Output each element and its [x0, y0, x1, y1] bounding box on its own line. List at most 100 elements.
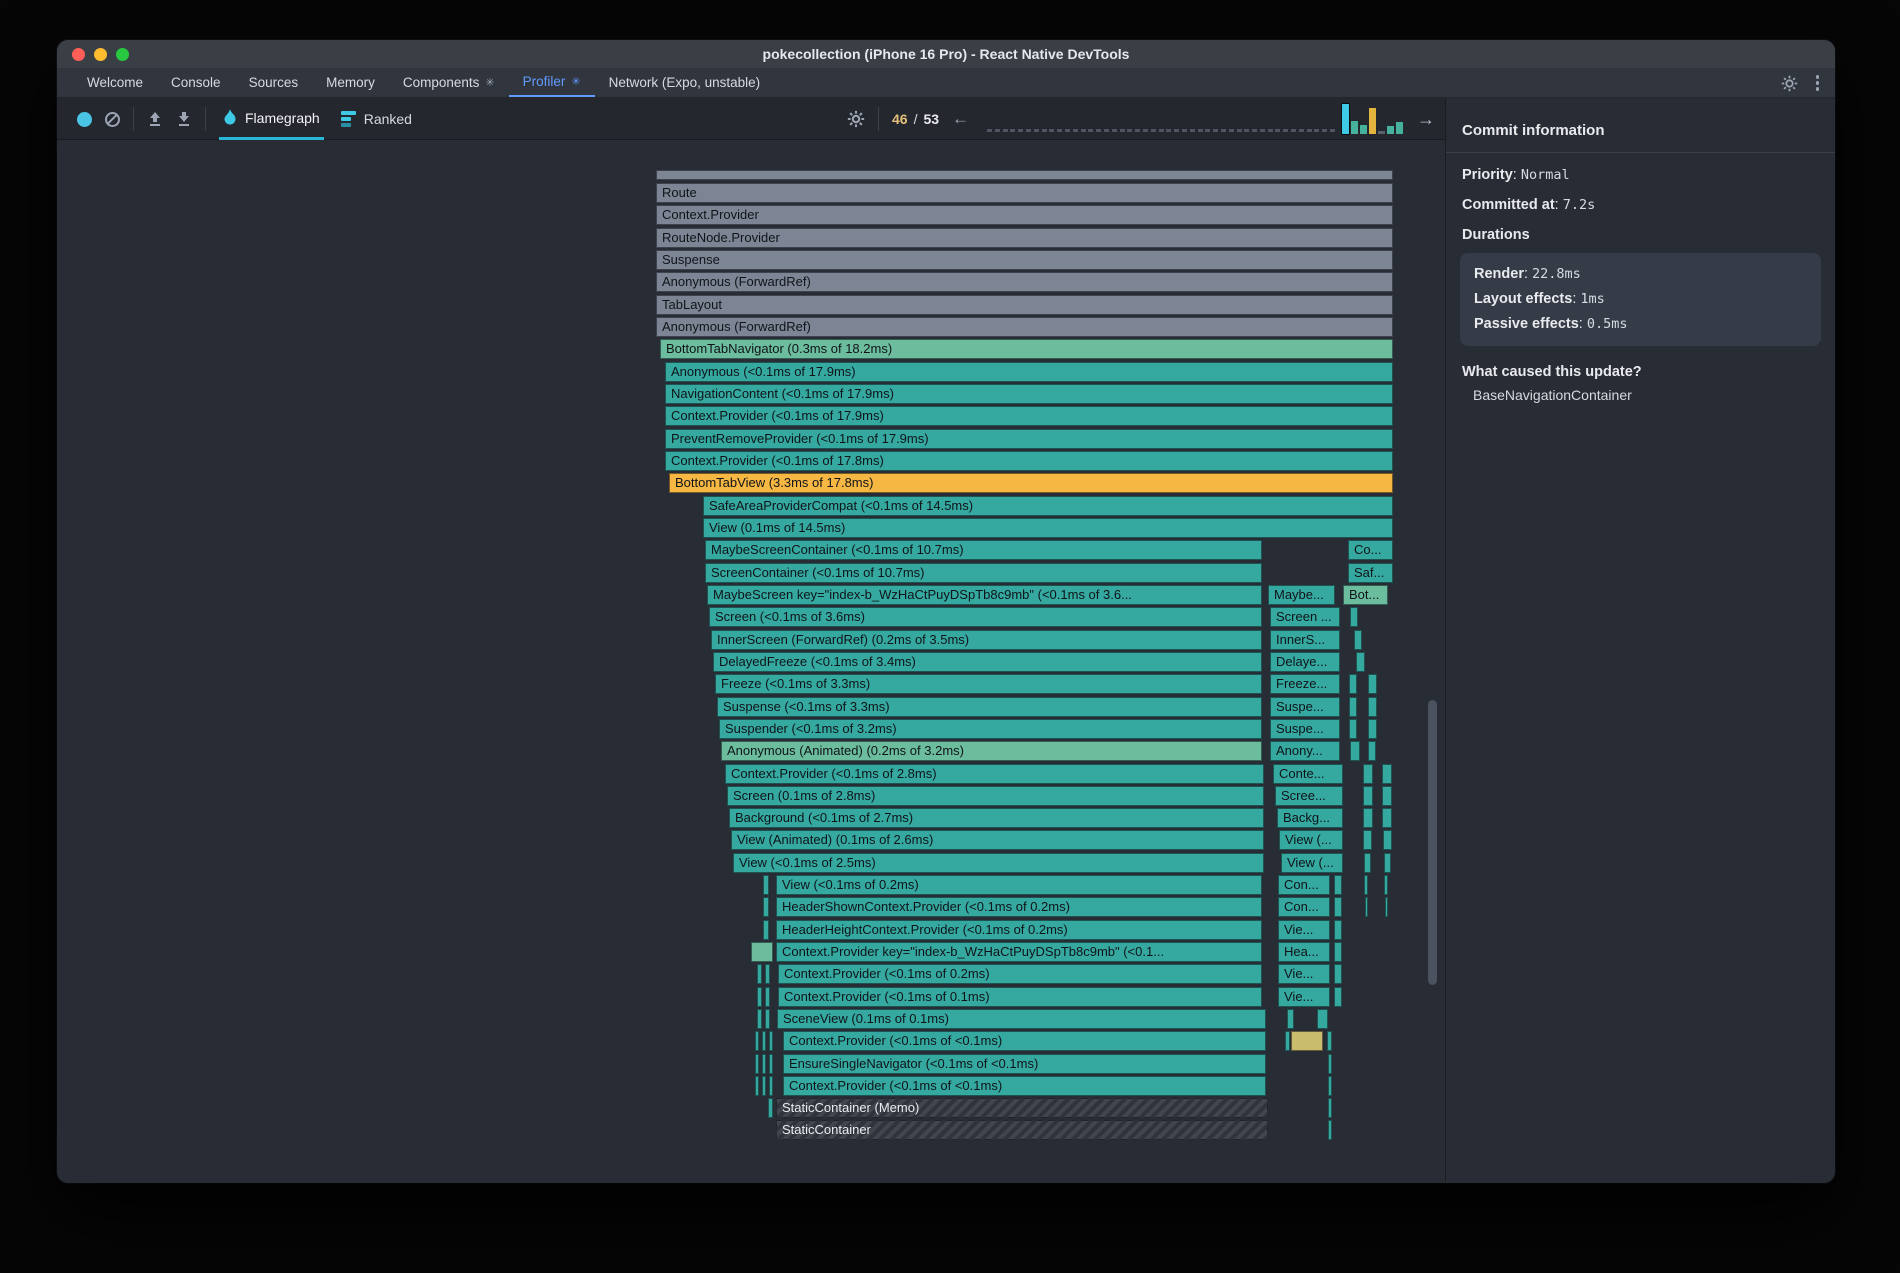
flame-bar[interactable]: Route	[656, 183, 1393, 203]
flame-bar-sliver[interactable]	[1327, 1031, 1332, 1051]
flame-bar-sliver[interactable]	[755, 1031, 759, 1051]
commit-tick[interactable]	[1151, 129, 1156, 132]
flame-bar-sliver[interactable]	[757, 987, 762, 1007]
flame-bar-sliver[interactable]	[1368, 719, 1377, 739]
flame-bar-sliver[interactable]	[1334, 875, 1342, 895]
flame-bar-sliver[interactable]	[1364, 853, 1371, 873]
flame-bar[interactable]: StaticContainer (Memo)	[776, 1098, 1268, 1118]
flame-bar-sliver[interactable]	[768, 1098, 773, 1118]
flame-bar-sliver[interactable]	[755, 1054, 759, 1074]
commit-tick[interactable]	[1018, 129, 1023, 132]
commit-tick[interactable]	[1112, 129, 1117, 132]
flame-bar-sliver[interactable]	[1328, 1054, 1332, 1074]
flame-bar[interactable]: MaybeScreenContainer (<0.1ms of 10.7ms)	[705, 540, 1262, 560]
flame-bar[interactable]: HeaderHeightContext.Provider (<0.1ms of …	[776, 920, 1262, 940]
flame-bar-sliver[interactable]	[1291, 1031, 1323, 1051]
commit-tick[interactable]	[1213, 129, 1218, 132]
flame-bar[interactable]: Screen (0.1ms of 2.8ms)	[727, 786, 1264, 806]
commit-tick[interactable]	[1229, 129, 1234, 132]
flame-bar-sliver[interactable]	[765, 987, 770, 1007]
next-commit-icon[interactable]: →	[1417, 98, 1435, 140]
flame-bar[interactable]: BottomTabNavigator (0.3ms of 18.2ms)	[660, 339, 1393, 359]
flame-bar[interactable]: DelayedFreeze (<0.1ms of 3.4ms)	[713, 652, 1262, 672]
flame-bar-sliver[interactable]	[1365, 897, 1368, 917]
flame-bar[interactable]: SceneView (0.1ms of 0.1ms)	[777, 1009, 1266, 1029]
flame-bar-sliver[interactable]	[762, 1054, 766, 1074]
tab-sources[interactable]: Sources	[235, 68, 313, 97]
flame-bar[interactable]: HeaderShownContext.Provider (<0.1ms of 0…	[776, 897, 1262, 917]
flame-bar[interactable]: Vie...	[1278, 920, 1330, 940]
flame-bar[interactable]: Screen ...	[1270, 607, 1340, 627]
commit-tick[interactable]	[1096, 129, 1101, 132]
tab-network-expo-unstable[interactable]: Network (Expo, unstable)	[595, 68, 775, 97]
commit-bar-selected[interactable]	[1342, 104, 1349, 134]
flame-bar[interactable]: View (0.1ms of 14.5ms)	[703, 518, 1393, 538]
commit-selector-bars[interactable]	[1342, 102, 1403, 134]
commit-bar[interactable]	[1360, 125, 1367, 134]
flame-bar[interactable]: Vie...	[1278, 964, 1330, 984]
commit-tick[interactable]	[1104, 129, 1109, 132]
tab-flamegraph[interactable]: Flamegraph	[219, 98, 324, 140]
commit-tick[interactable]	[987, 129, 992, 132]
commit-tick[interactable]	[1174, 129, 1179, 132]
flame-bar-sliver[interactable]	[769, 1031, 773, 1051]
flame-bar-sliver[interactable]	[1384, 875, 1388, 895]
flame-bar-sliver[interactable]	[765, 1009, 770, 1029]
flame-bar-sliver[interactable]	[1334, 897, 1342, 917]
commit-bar[interactable]	[1378, 131, 1385, 134]
tab-profiler[interactable]: Profiler✳	[509, 68, 595, 97]
flame-bar[interactable]: Vie...	[1278, 987, 1330, 1007]
flame-bar[interactable]: Freeze (<0.1ms of 3.3ms)	[715, 674, 1262, 694]
flame-bar-sliver[interactable]	[1334, 920, 1342, 940]
flame-bar[interactable]: View (...	[1279, 830, 1343, 850]
flame-bar[interactable]: Suspe...	[1270, 719, 1340, 739]
flame-bar[interactable]: View (...	[1281, 853, 1343, 873]
flame-bar-sliver[interactable]	[755, 1076, 759, 1096]
flame-bar-sliver[interactable]	[1363, 786, 1373, 806]
flame-bar[interactable]: Suspender (<0.1ms of 3.2ms)	[719, 719, 1262, 739]
flame-bar[interactable]: Context.Provider (<0.1ms of 0.1ms)	[778, 987, 1262, 1007]
flame-bar[interactable]: Saf...	[1348, 563, 1393, 583]
flame-bar[interactable]: Context.Provider (<0.1ms of <0.1ms)	[783, 1031, 1266, 1051]
flame-bar-sliver[interactable]	[1382, 764, 1392, 784]
flame-bar-sliver[interactable]	[1382, 808, 1392, 828]
commit-tick[interactable]	[1268, 129, 1273, 132]
commit-tick[interactable]	[1135, 129, 1140, 132]
flame-bar[interactable]: InnerS...	[1270, 630, 1340, 650]
commit-tick[interactable]	[1034, 129, 1039, 132]
commit-tick[interactable]	[1260, 129, 1265, 132]
flame-bar-sliver[interactable]	[1334, 964, 1342, 984]
commit-tick[interactable]	[1042, 129, 1047, 132]
flame-bar[interactable]: ScreenContainer (<0.1ms of 10.7ms)	[705, 563, 1262, 583]
commit-tick[interactable]	[1291, 129, 1296, 132]
flamegraph-canvas[interactable]: RouteContext.ProviderRouteNode.ProviderS…	[57, 140, 1445, 1182]
flamegraph-settings-gear-icon[interactable]	[847, 110, 865, 128]
tab-welcome[interactable]: Welcome	[73, 68, 157, 97]
flame-bar-sliver[interactable]	[1363, 830, 1372, 850]
flame-bar[interactable]: Anonymous (Animated) (0.2ms of 3.2ms)	[721, 741, 1262, 761]
flame-bar-sliver[interactable]	[1383, 830, 1392, 850]
commit-selector[interactable]	[987, 129, 1335, 132]
flame-bar-sliver[interactable]	[1328, 1098, 1332, 1118]
commit-tick[interactable]	[1127, 129, 1132, 132]
flame-bar-sliver[interactable]	[763, 897, 769, 917]
commit-tick[interactable]	[1221, 129, 1226, 132]
commit-tick[interactable]	[1088, 129, 1093, 132]
flame-bar-sliver[interactable]	[762, 1031, 766, 1051]
flame-bar[interactable]: Conte...	[1273, 764, 1343, 784]
tab-memory[interactable]: Memory	[312, 68, 389, 97]
commit-tick[interactable]	[1198, 129, 1203, 132]
flame-bar-sliver[interactable]	[656, 170, 1393, 180]
flame-bar-sliver[interactable]	[1363, 764, 1373, 784]
tab-ranked[interactable]: Ranked	[337, 98, 416, 140]
flame-bar[interactable]: Suspense	[656, 250, 1393, 270]
flame-bar[interactable]: Backg...	[1277, 808, 1343, 828]
flame-bar[interactable]: Context.Provider	[656, 205, 1393, 225]
flame-bar[interactable]: Context.Provider (<0.1ms of 17.9ms)	[665, 406, 1393, 426]
flame-bar[interactable]: TabLayout	[656, 295, 1393, 315]
flame-bar[interactable]: Bot...	[1343, 585, 1388, 605]
commit-tick[interactable]	[1143, 129, 1148, 132]
flame-bar-sliver[interactable]	[1350, 741, 1360, 761]
flame-bar-sliver[interactable]	[757, 1009, 762, 1029]
flame-bar-sliver[interactable]	[1334, 987, 1342, 1007]
